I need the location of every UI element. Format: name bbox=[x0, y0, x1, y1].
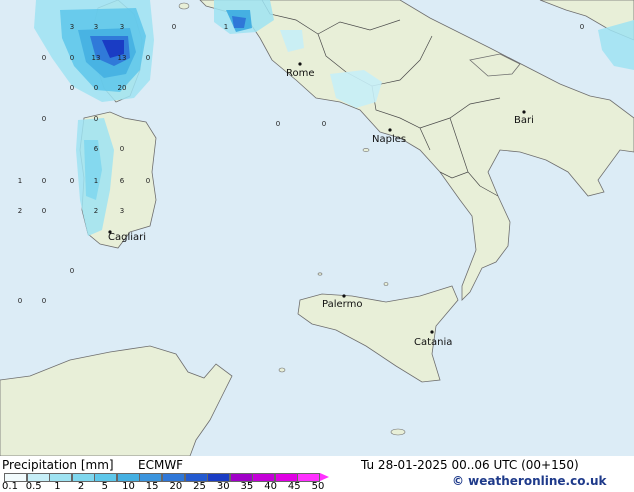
precip-value: 0 bbox=[146, 177, 150, 185]
city-label-catania: Catania bbox=[414, 337, 452, 348]
legend-tick-label: 45 bbox=[287, 481, 301, 492]
precip-value: 6 bbox=[94, 145, 99, 153]
city-label-rome: Rome bbox=[286, 68, 315, 79]
city-marker-bari bbox=[522, 110, 526, 114]
legend-tick-label: 10 bbox=[122, 481, 135, 492]
precip-value: 0 bbox=[146, 54, 150, 62]
city-marker-rome bbox=[298, 62, 302, 66]
city-label-naples: Naples bbox=[372, 134, 406, 145]
legend-tick-label: 40 bbox=[264, 481, 277, 492]
island-pantelleria bbox=[278, 367, 286, 373]
legend-tick-label: 0.5 bbox=[25, 481, 42, 492]
precip-value: 0 bbox=[42, 115, 46, 123]
precip-value: 6 bbox=[120, 177, 125, 185]
precip-value: 0 bbox=[70, 54, 74, 62]
island-ustica bbox=[317, 272, 323, 276]
legend-tick-label: 2 bbox=[77, 481, 85, 492]
precip-value: 3 bbox=[120, 23, 124, 31]
precip-value: 0 bbox=[18, 297, 22, 305]
precip-value: 2 bbox=[94, 207, 98, 215]
precip-value: 0 bbox=[42, 54, 46, 62]
legend-tick-label: 35 bbox=[240, 481, 254, 492]
precip-value: 3 bbox=[120, 207, 124, 215]
precip-value: 3 bbox=[94, 23, 98, 31]
precip-value: 1 bbox=[94, 177, 98, 185]
precip-value: 0 bbox=[94, 84, 98, 92]
valid-time: Tu 28-01-2025 00..06 UTC (00+150) bbox=[361, 458, 579, 472]
credit: © weatheronline.co.uk bbox=[452, 474, 607, 488]
precip-value: 0 bbox=[172, 23, 176, 31]
precip-value: 0 bbox=[94, 115, 98, 123]
city-marker-naples bbox=[388, 128, 392, 132]
precip-value: 0 bbox=[70, 267, 74, 275]
precip-value: 1 bbox=[224, 23, 228, 31]
precip-value: 0 bbox=[70, 84, 74, 92]
model-name: ECMWF bbox=[138, 458, 184, 472]
city-marker-catania bbox=[430, 330, 434, 334]
precip-value: 13 bbox=[92, 54, 101, 62]
precip-value: 0 bbox=[42, 207, 46, 215]
precip-value: 0 bbox=[42, 177, 46, 185]
legend-tick-label: 1 bbox=[54, 481, 61, 492]
legend-tick-label: 5 bbox=[101, 481, 108, 492]
precip-value: 0 bbox=[120, 145, 124, 153]
precip-value: 0 bbox=[322, 120, 326, 128]
precip-value: 2 bbox=[18, 207, 22, 215]
island-malta bbox=[390, 428, 406, 436]
legend-tick-label: 20 bbox=[169, 481, 183, 492]
legend-tick-label: 50 bbox=[311, 481, 325, 492]
precip-value: 0 bbox=[42, 297, 46, 305]
legend-arrow bbox=[320, 473, 329, 481]
precip-value: 3 bbox=[70, 23, 74, 31]
island-elba bbox=[178, 2, 190, 10]
legend-tick-label: 30 bbox=[216, 481, 230, 492]
island-ischia bbox=[362, 148, 370, 152]
city-label-palermo: Palermo bbox=[322, 299, 362, 310]
city-label-cagliari: Cagliari bbox=[108, 232, 146, 243]
map-title: Precipitation [mm] bbox=[2, 458, 114, 472]
precipitation-map: 3 3 3 0 0 13 13 0 0 0 20 0 0 6 0 1 0 0 1… bbox=[0, 0, 634, 456]
city-marker-palermo bbox=[342, 294, 346, 298]
city-label-bari: Bari bbox=[514, 115, 534, 126]
legend-tick-label: 15 bbox=[145, 481, 159, 492]
precip-value: 0 bbox=[70, 177, 74, 185]
legend-swatch bbox=[49, 473, 73, 482]
legend-tick-label: 0.1 bbox=[2, 481, 18, 492]
precip-value: 0 bbox=[580, 23, 584, 31]
precip-value: 0 bbox=[276, 120, 280, 128]
precip-value: 13 bbox=[118, 54, 127, 62]
legend-tick-label: 25 bbox=[193, 481, 206, 492]
precip-value: 1 bbox=[18, 177, 22, 185]
precip-value: 20 bbox=[118, 84, 127, 92]
footer: Precipitation [mm] ECMWF Tu 28-01-2025 0… bbox=[0, 456, 634, 492]
island-aeolian bbox=[383, 282, 389, 286]
